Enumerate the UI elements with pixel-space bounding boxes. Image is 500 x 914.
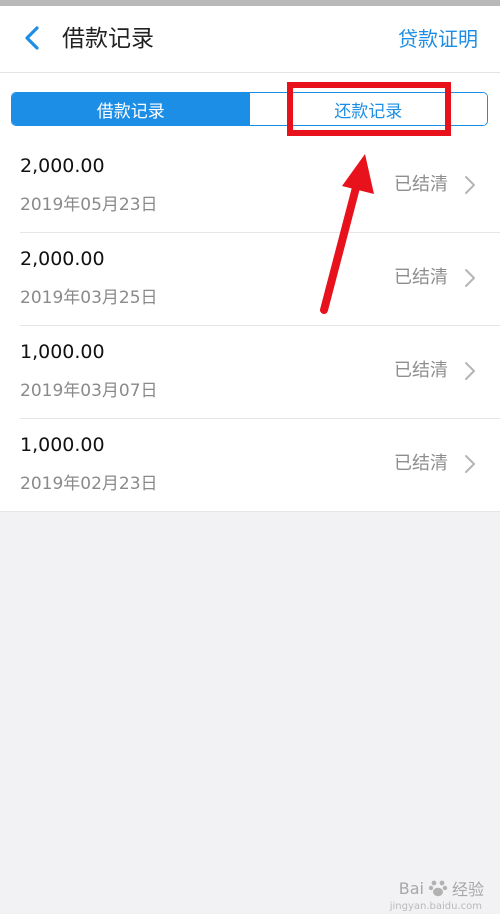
record-amount: 1,000.00 xyxy=(20,341,105,363)
annotation-highlight-box xyxy=(287,82,451,136)
list-item[interactable]: 1,000.00 2019年03月07日 已结清 xyxy=(0,325,500,418)
record-amount: 1,000.00 xyxy=(20,434,105,456)
watermark-cn: 经验 xyxy=(451,880,484,899)
list-item[interactable]: 1,000.00 2019年02月23日 已结清 xyxy=(0,418,500,512)
chevron-right-icon xyxy=(465,455,475,473)
tab-loan-records[interactable]: 借款记录 xyxy=(12,93,250,125)
chevron-right-icon xyxy=(465,269,475,287)
baidu-jingyan-watermark: Bai 经验 jingyan.baidu.com xyxy=(390,876,484,913)
record-status: 已结清 xyxy=(394,267,448,288)
paw-logo-icon xyxy=(428,880,448,897)
record-status: 已结清 xyxy=(394,174,448,195)
top-bar: 借款记录 贷款证明 xyxy=(0,6,500,73)
back-button[interactable] xyxy=(14,20,50,56)
record-date: 2019年05月23日 xyxy=(20,195,158,215)
record-status: 已结清 xyxy=(394,360,448,381)
list-item[interactable]: 2,000.00 2019年05月23日 已结清 xyxy=(0,139,500,232)
record-amount: 2,000.00 xyxy=(20,155,105,177)
chevron-right-icon xyxy=(465,176,475,194)
chevron-right-icon xyxy=(465,362,475,380)
watermark-url: jingyan.baidu.com xyxy=(389,901,482,912)
record-status: 已结清 xyxy=(394,453,448,474)
record-date: 2019年02月23日 xyxy=(20,474,158,494)
record-date: 2019年03月07日 xyxy=(20,381,158,401)
list-item[interactable]: 2,000.00 2019年03月25日 已结清 xyxy=(0,232,500,325)
loan-record-list: 2,000.00 2019年05月23日 已结清 2,000.00 2019年0… xyxy=(0,139,500,512)
record-date: 2019年03月25日 xyxy=(20,288,158,308)
annotation-arrow-icon xyxy=(320,154,374,314)
chevron-left-icon xyxy=(25,26,39,50)
record-amount: 2,000.00 xyxy=(20,248,105,270)
page-title: 借款记录 xyxy=(62,26,154,52)
loan-proof-link[interactable]: 贷款证明 xyxy=(398,22,478,56)
watermark-brand: Bai xyxy=(398,878,424,898)
